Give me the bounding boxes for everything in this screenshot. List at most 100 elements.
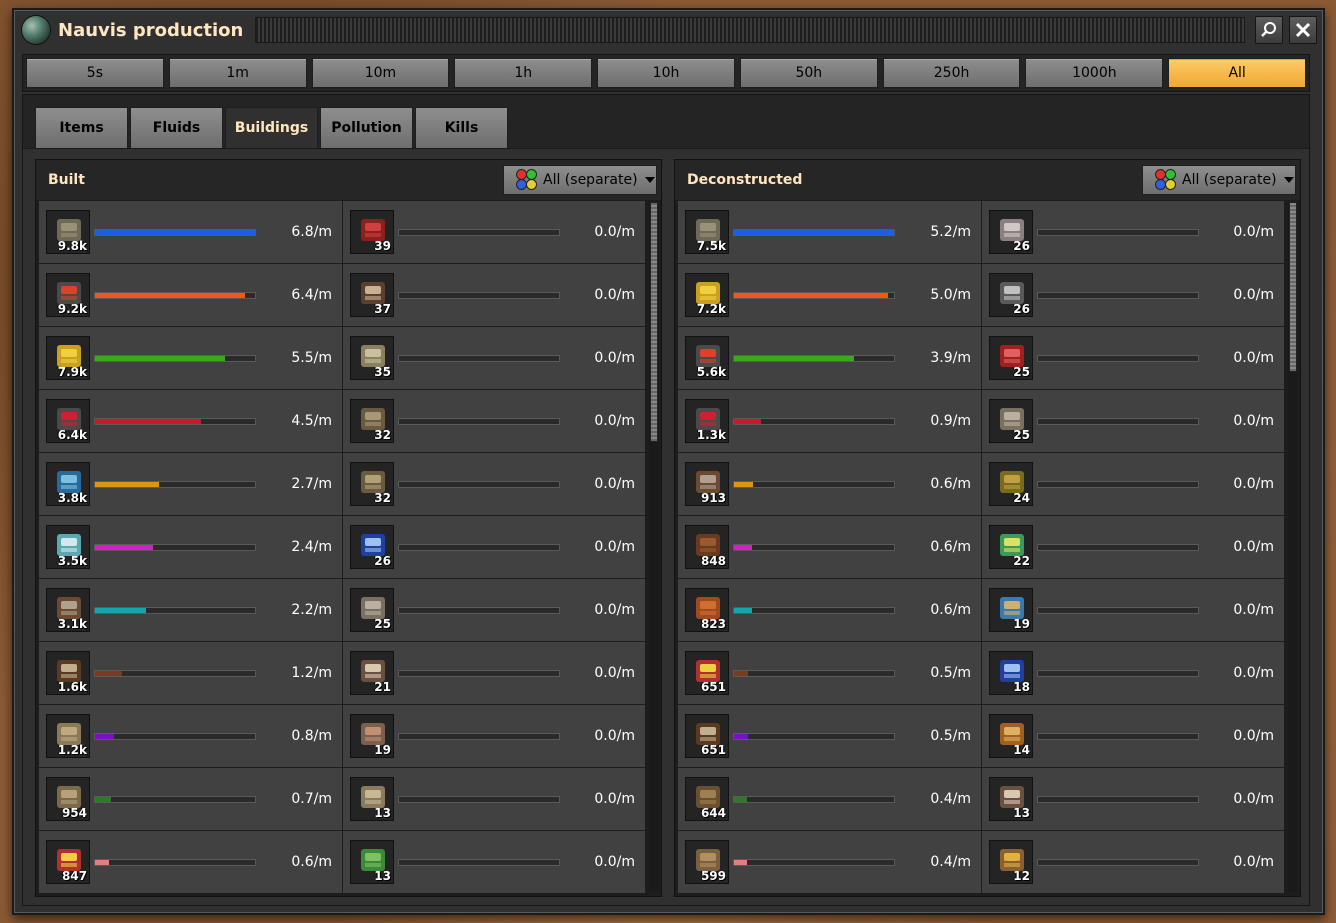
assembling-machine-box-icon[interactable]: 37 xyxy=(350,273,394,317)
list-item[interactable]: 954 0.7/m xyxy=(39,768,343,830)
autumn-tree-icon[interactable]: 823 xyxy=(685,588,729,632)
built-scroll-thumb[interactable] xyxy=(650,202,658,442)
gate-icon[interactable]: 26 xyxy=(989,210,1033,254)
fast-inserter-icon[interactable]: 7.9k xyxy=(46,336,90,380)
offshore-pump-icon[interactable]: 19 xyxy=(989,588,1033,632)
rocket-part-icon[interactable]: 26 xyxy=(350,525,394,569)
long-handed-inserter-icon[interactable]: 651 xyxy=(685,651,729,695)
list-item[interactable]: 32 0.0/m xyxy=(343,453,646,515)
list-item[interactable]: 847 0.6/m xyxy=(39,831,343,893)
pipe-icon[interactable]: 1.2k xyxy=(46,714,90,758)
tab-items[interactable]: Items xyxy=(35,107,128,148)
fast-transport-belt-icon[interactable]: 5.6k xyxy=(685,336,729,380)
tab-kills[interactable]: Kills xyxy=(415,107,508,148)
stone-wall-icon[interactable]: 7.5k xyxy=(685,210,729,254)
list-item[interactable]: 9.8k 6.8/m xyxy=(39,201,343,263)
list-item[interactable]: 35 0.0/m xyxy=(343,327,646,389)
list-item[interactable]: 3.5k 2.4/m xyxy=(39,516,343,578)
list-item[interactable]: 599 0.4/m xyxy=(678,831,982,893)
deconstructed-scroll-thumb[interactable] xyxy=(1289,202,1297,372)
list-item[interactable]: 12 0.0/m xyxy=(982,831,1285,893)
list-item[interactable]: 25 0.0/m xyxy=(343,579,646,641)
electric-furnace-icon[interactable]: 13 xyxy=(989,777,1033,821)
time-range-button[interactable]: All xyxy=(1168,58,1307,88)
small-electric-pole-icon[interactable]: 1.6k xyxy=(46,651,90,695)
time-range-button[interactable]: 1m xyxy=(168,58,307,88)
drag-handle[interactable] xyxy=(255,17,1245,43)
electric-furnace-icon[interactable]: 21 xyxy=(350,651,394,695)
list-item[interactable]: 1.3k 0.9/m xyxy=(678,390,982,452)
express-transport-belt-icon[interactable]: 6.4k xyxy=(46,399,90,443)
list-item[interactable]: 644 0.4/m xyxy=(678,768,982,830)
deconstructed-filter-dropdown[interactable]: All (separate) xyxy=(1142,165,1296,195)
list-item[interactable]: 1.2k 0.8/m xyxy=(39,705,343,767)
list-item[interactable]: 26 0.0/m xyxy=(343,516,646,578)
list-item[interactable]: 3.8k 2.7/m xyxy=(39,453,343,515)
pump-icon[interactable]: 19 xyxy=(350,714,394,758)
list-item[interactable]: 3.1k 2.2/m xyxy=(39,579,343,641)
roboport-icon[interactable]: 26 xyxy=(989,273,1033,317)
deconstructed-scrollbar[interactable] xyxy=(1288,202,1298,892)
pumpjack-icon[interactable]: 13 xyxy=(350,840,394,884)
list-item[interactable]: 5.6k 3.9/m xyxy=(678,327,982,389)
stone-wall-icon[interactable]: 9.8k xyxy=(46,210,90,254)
rocket-part-icon[interactable]: 18 xyxy=(989,651,1033,695)
rock-icon[interactable]: 25 xyxy=(350,588,394,632)
list-item[interactable]: 25 0.0/m xyxy=(982,327,1285,389)
list-item[interactable]: 13 0.0/m xyxy=(343,831,646,893)
list-item[interactable]: 1.6k 1.2/m xyxy=(39,642,343,704)
bush-icon[interactable]: 24 xyxy=(989,462,1033,506)
list-item[interactable]: 7.2k 5.0/m xyxy=(678,264,982,326)
built-filter-dropdown[interactable]: All (separate) xyxy=(503,165,657,195)
list-item[interactable]: 39 0.0/m xyxy=(343,201,646,263)
list-item[interactable]: 9.2k 6.4/m xyxy=(39,264,343,326)
fast-inserter-icon[interactable]: 7.2k xyxy=(685,273,729,317)
radar-icon[interactable]: 35 xyxy=(350,336,394,380)
list-item[interactable]: 7.9k 5.5/m xyxy=(39,327,343,389)
list-item[interactable]: 26 0.0/m xyxy=(982,264,1285,326)
built-scrollbar[interactable] xyxy=(649,202,659,892)
bare-tree-icon[interactable]: 599 xyxy=(685,840,729,884)
list-item[interactable]: 14 0.0/m xyxy=(982,705,1285,767)
express-transport-belt-icon[interactable]: 1.3k xyxy=(685,399,729,443)
tab-fluids[interactable]: Fluids xyxy=(130,107,223,148)
list-item[interactable]: 22 0.0/m xyxy=(982,516,1285,578)
assembling-machine-icon[interactable]: 3.5k xyxy=(46,525,90,569)
long-handed-inserter-icon[interactable]: 847 xyxy=(46,840,90,884)
list-item[interactable]: 21 0.0/m xyxy=(343,642,646,704)
list-item[interactable]: 823 0.6/m xyxy=(678,579,982,641)
locomotive-icon[interactable]: 12 xyxy=(989,840,1033,884)
list-item[interactable]: 25 0.0/m xyxy=(982,390,1285,452)
small-electric-pole-icon[interactable]: 651 xyxy=(685,714,729,758)
search-button[interactable] xyxy=(1255,16,1283,44)
time-range-button[interactable]: 5s xyxy=(26,58,164,88)
time-range-button[interactable]: 1h xyxy=(454,58,593,88)
list-item[interactable]: 7.5k 5.2/m xyxy=(678,201,982,263)
list-item[interactable]: 913 0.6/m xyxy=(678,453,982,515)
list-item[interactable]: 13 0.0/m xyxy=(343,768,646,830)
list-item[interactable]: 651 0.5/m xyxy=(678,642,982,704)
list-item[interactable]: 18 0.0/m xyxy=(982,642,1285,704)
medium-electric-pole-icon[interactable]: 3.1k xyxy=(46,588,90,632)
time-range-button[interactable]: 1000h xyxy=(1025,58,1164,88)
fish-icon[interactable]: 22 xyxy=(989,525,1033,569)
character-icon[interactable]: 14 xyxy=(989,714,1033,758)
splitter-icon[interactable]: 39 xyxy=(350,210,394,254)
list-item[interactable]: 13 0.0/m xyxy=(982,768,1285,830)
rail-icon[interactable]: 32 xyxy=(350,399,394,443)
list-item[interactable]: 651 0.5/m xyxy=(678,705,982,767)
time-range-button[interactable]: 10h xyxy=(597,58,735,88)
rock-icon[interactable]: 25 xyxy=(989,399,1033,443)
tab-buildings[interactable]: Buildings xyxy=(225,107,318,148)
flag-icon[interactable]: 25 xyxy=(989,336,1033,380)
fast-transport-belt-icon[interactable]: 9.2k xyxy=(46,273,90,317)
pipe-to-ground-icon[interactable]: 954 xyxy=(46,777,90,821)
time-range-button[interactable]: 50h xyxy=(739,58,878,88)
list-item[interactable]: 26 0.0/m xyxy=(982,201,1285,263)
list-item[interactable]: 848 0.6/m xyxy=(678,516,982,578)
list-item[interactable]: 37 0.0/m xyxy=(343,264,646,326)
close-button[interactable] xyxy=(1289,16,1317,44)
storage-tank-icon[interactable]: 13 xyxy=(350,777,394,821)
time-range-button[interactable]: 250h xyxy=(882,58,1021,88)
titlebar[interactable]: Nauvis production xyxy=(14,10,1323,50)
